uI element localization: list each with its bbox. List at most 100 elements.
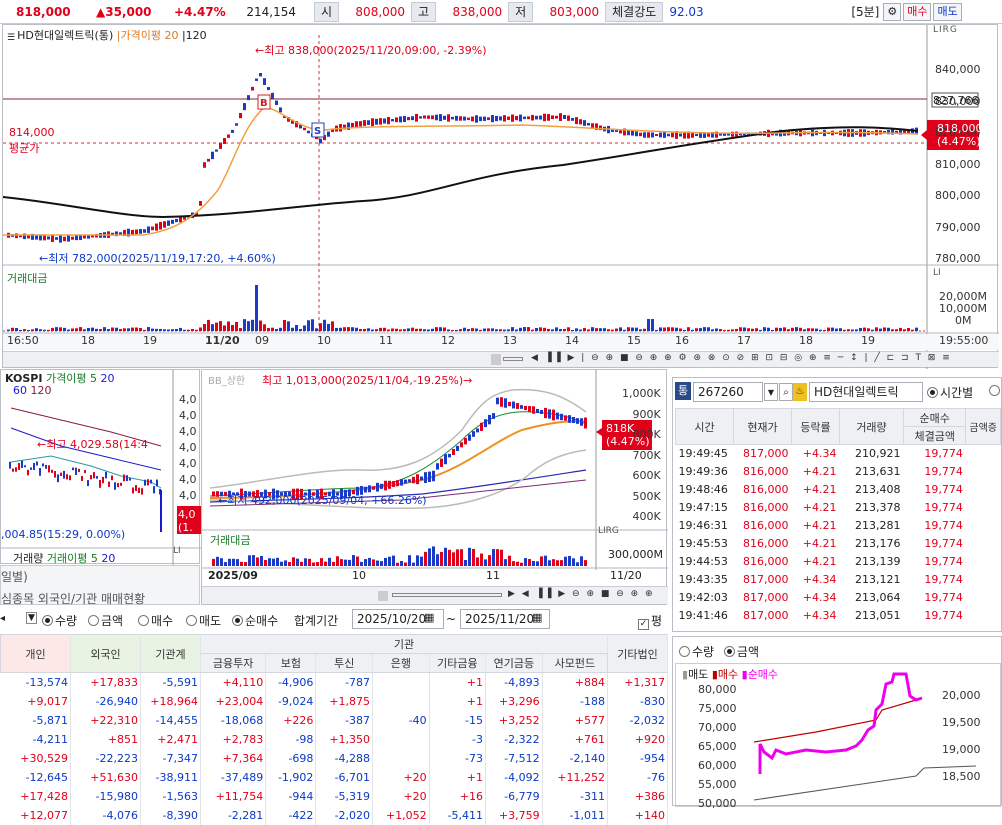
daily-volume-bar xyxy=(432,546,435,566)
candle xyxy=(447,114,450,122)
daily-volume-bar xyxy=(504,559,507,566)
daily-current-rate: (4.47%) xyxy=(606,435,650,448)
check-option[interactable]: ✓ 평 xyxy=(638,612,662,630)
volume-bar xyxy=(643,328,646,331)
flow-chart[interactable]: ▮매도 ▮매수 ▮순매수 80,000 75,000 70,000 65,000 60,… xyxy=(675,663,1001,810)
scroll-left-button[interactable] xyxy=(491,354,501,365)
investor-table: 개인 외국인 기관계 기관 기타법인 금융투자 보험 투신 은행 기타금융 연기… xyxy=(0,634,668,825)
favorite-icon[interactable]: ♨ xyxy=(793,383,807,401)
flow-radios[interactable]: 수량 금액 xyxy=(679,643,759,660)
daily-axis-options[interactable]: LIRG xyxy=(598,526,619,536)
stock-tab[interactable]: 통 xyxy=(675,382,691,400)
investor-cell: -2,020 xyxy=(315,805,374,825)
calendar-icon-2[interactable]: ▦ xyxy=(532,611,542,624)
search-icon[interactable]: ⌕ xyxy=(779,383,793,401)
daily-tool-icons[interactable]: ▶ ◀ ▐▐ ▶ ⊖ ⊕ ■ ⊖ ⊕ ⊕ xyxy=(508,589,655,599)
daily-volume-bar xyxy=(568,556,571,566)
investor-row[interactable]: +17,428 -15,980 -1,563 +11,754 -944 -5,319 +20… xyxy=(0,786,668,806)
candle xyxy=(451,116,454,120)
axis-options[interactable]: LIRG xyxy=(933,25,958,35)
investor-row[interactable]: -13,574 +17,833 -5,591 +4,110 -4,906 -787 +1 -4… xyxy=(0,672,668,692)
calendar-icon[interactable]: ▦ xyxy=(424,611,434,624)
chevron-down-icon[interactable]: ▼ xyxy=(764,383,778,401)
tick-row[interactable]: 19:42:03 817,000 +4.34 213,064 19,774 xyxy=(676,589,1001,607)
daily-volume-bar xyxy=(404,562,407,566)
volume-bar xyxy=(267,328,270,331)
volume-bar xyxy=(859,327,862,331)
tick-row[interactable]: 19:45:53 816,000 +4.21 213,176 19,774 xyxy=(676,535,1001,553)
kospi-axis-options[interactable]: LI xyxy=(173,546,181,556)
daily-tab[interactable]: 일별) xyxy=(1,568,28,585)
investor-cell: -98 xyxy=(265,729,317,749)
daily-volume-bar xyxy=(364,559,367,566)
investor-expand[interactable]: ▼ xyxy=(26,612,37,624)
interval-selector[interactable]: [5분] xyxy=(849,3,881,20)
daily-candle xyxy=(400,479,403,486)
kospi-candle xyxy=(129,477,131,481)
investor-row[interactable]: +9,017 -26,940 +18,964 +23,004 -9,024 +1,875 +… xyxy=(0,691,668,711)
investor-row[interactable]: -5,871 +22,310 -14,455 -18,068 +226 -387 -40 -1… xyxy=(0,710,668,730)
investor-trading-tab[interactable]: 심종목 외국인/기관 매매현황 xyxy=(1,590,145,607)
investor-row[interactable]: +12,077 -4,076 -8,390 -2,281 -422 -2,020 +1,05… xyxy=(0,805,668,825)
daily-scrollbar[interactable] xyxy=(392,593,502,597)
stock-code-input[interactable]: 267260 xyxy=(693,382,763,402)
daily-candle xyxy=(540,410,543,414)
radio-more[interactable] xyxy=(989,384,1002,398)
volume-bar xyxy=(375,329,378,331)
tick-row[interactable]: 19:44:53 816,000 +4.21 213,139 19,774 xyxy=(676,553,1001,571)
volume-bar xyxy=(775,327,778,331)
candle xyxy=(167,220,170,226)
period-label: 합계기간 xyxy=(294,614,339,628)
candle xyxy=(515,115,518,121)
tick-row[interactable]: 19:49:45 817,000 +4.34 210,921 19,774 xyxy=(676,445,1001,463)
radio-buy[interactable]: 매수 xyxy=(138,612,173,629)
sell-button[interactable]: 매도 xyxy=(933,2,962,21)
time-tab[interactable]: 시간별 xyxy=(927,384,973,401)
settings-gear-icon[interactable]: ⚙ xyxy=(883,2,902,21)
tick-cell: 817,000 xyxy=(743,609,789,622)
volume-bar xyxy=(239,328,242,331)
main-chart-svg[interactable]: B S xyxy=(3,25,999,369)
col-trust: 투신 xyxy=(315,653,374,673)
volume-bar xyxy=(627,327,630,331)
avg-price-value: 814,000 xyxy=(9,126,55,139)
tick-row[interactable]: 19:46:31 816,000 +4.21 213,281 19,774 xyxy=(676,517,1001,535)
tick-cell: 213,281 xyxy=(855,519,901,532)
buy-button[interactable]: 매수 xyxy=(903,2,932,21)
tick-row[interactable]: 19:49:36 816,000 +4.21 213,631 19,774 xyxy=(676,463,1001,481)
radio-qty[interactable]: 수량 xyxy=(42,612,77,629)
volume-bar xyxy=(227,321,230,331)
tick-cell: 19,774 xyxy=(924,447,963,461)
daily-candle xyxy=(504,398,507,408)
daily-scroll-left[interactable] xyxy=(378,591,388,601)
radio-amt[interactable]: 금액 xyxy=(88,612,123,629)
vol-axis-options[interactable]: LI xyxy=(933,268,941,278)
daily-volume-bar xyxy=(532,560,535,566)
candle xyxy=(483,116,486,121)
daily-volume-bar xyxy=(512,561,515,566)
investor-row[interactable]: -4,211 +851 +2,471 +2,783 -98 +1,350 -3 -2,322 +… xyxy=(0,729,668,749)
tick-row[interactable]: 19:41:46 817,000 +4.34 213,051 19,774 xyxy=(676,607,1001,625)
radio-net[interactable]: 순매수 xyxy=(232,612,278,629)
investor-row[interactable]: -12,645 +51,630 -38,911 -37,489 -1,902 -6,701… xyxy=(0,767,668,787)
tick-cell: +4.21 xyxy=(802,483,837,496)
chart-tool-icons[interactable]: ◀ ▐▐ ▶ | ⊖ ⊕ ■ ⊖ ⊕ ⊕ ⚙ ⊛ ⊗ ⊙ ⊘ ⊞ ⊡ ⊟ ◎ ⊕… xyxy=(531,353,952,363)
radio-amount: 금액 xyxy=(736,645,760,659)
volume-bar xyxy=(251,319,254,331)
volume-bar xyxy=(487,328,490,331)
tick-row[interactable]: 19:43:35 817,000 +4.34 213,121 19,774 xyxy=(676,571,1001,589)
tick-cell: 816,000 xyxy=(743,555,789,568)
tick-row[interactable]: 19:48:46 816,000 +4.21 213,408 19,774 xyxy=(676,481,1001,499)
kospi-candle xyxy=(42,463,44,467)
daily-candle xyxy=(572,416,575,424)
candle xyxy=(387,116,390,125)
chart-scrollbar[interactable] xyxy=(503,357,523,361)
volume-bar xyxy=(107,329,110,331)
tick-row[interactable]: 19:47:15 816,000 +4.21 213,378 19,774 xyxy=(676,499,1001,517)
tick-cell: 213,139 xyxy=(855,555,901,568)
investor-row[interactable]: +30,529 -22,223 -7,347 +7,364 -698 -4,288 -73-… xyxy=(0,748,668,768)
kospi-current-rate: (1. xyxy=(178,521,193,534)
radio-sell[interactable]: 매도 xyxy=(186,612,221,629)
daily-volume-bar xyxy=(460,549,463,566)
volume-bar xyxy=(799,327,802,331)
